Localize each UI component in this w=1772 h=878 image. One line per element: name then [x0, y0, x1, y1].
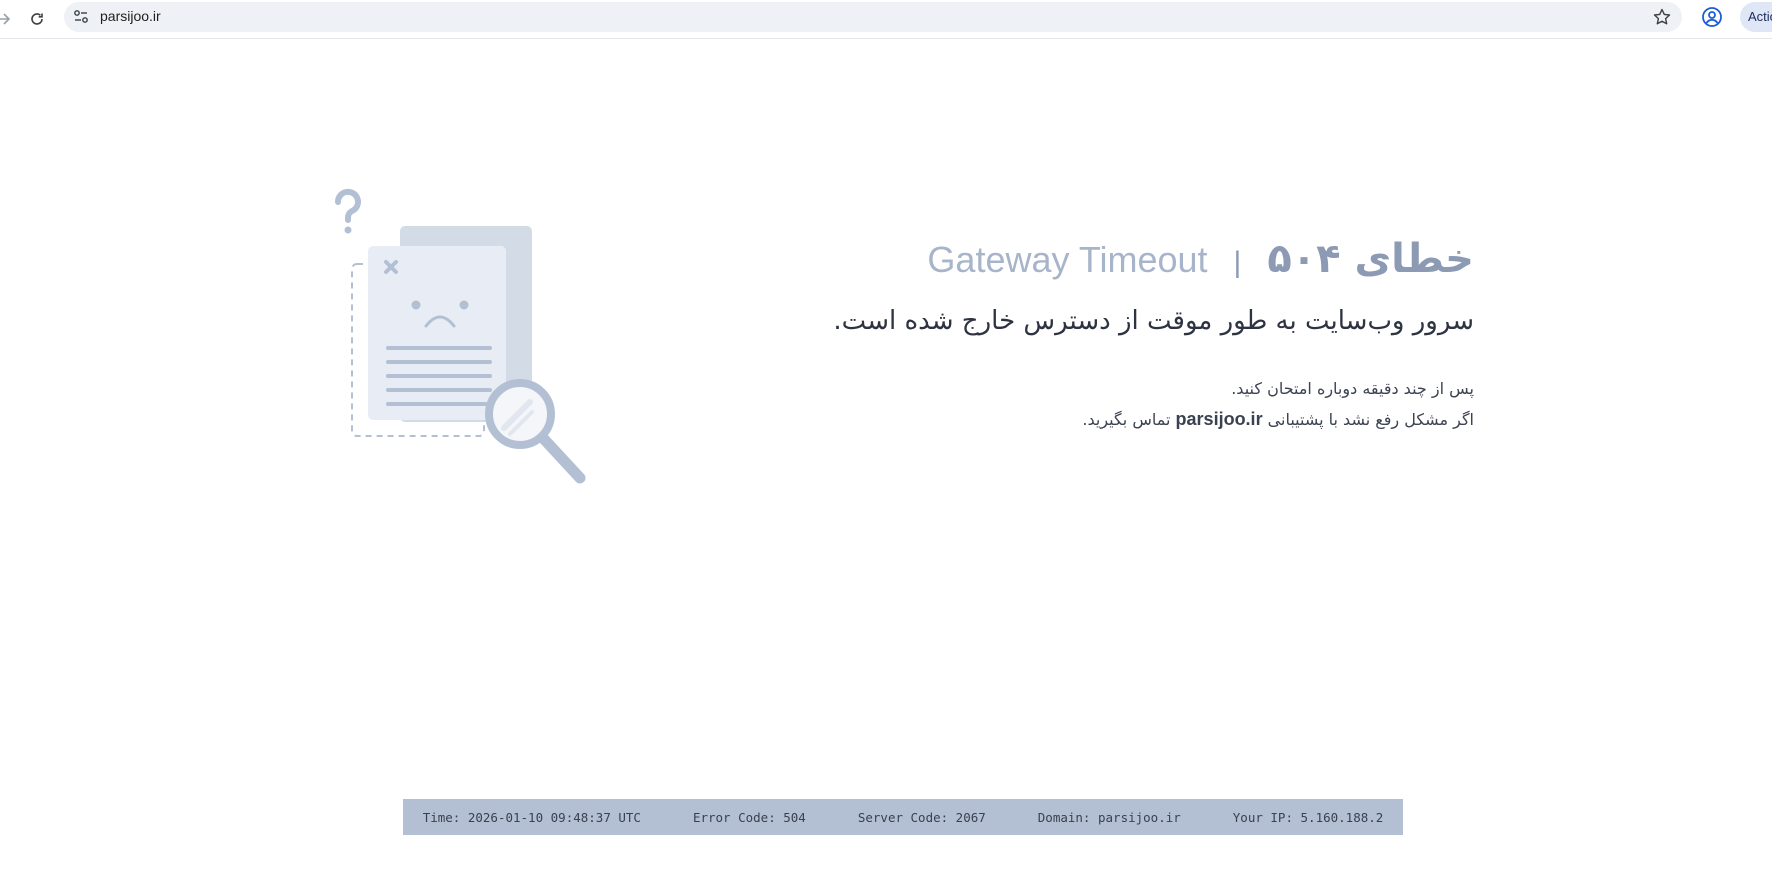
title-separator: |: [1233, 246, 1242, 279]
error-title-en: Gateway Timeout: [927, 239, 1208, 280]
url-text[interactable]: parsijoo.ir: [100, 8, 161, 24]
browser-toolbar: parsijoo.ir Actio: [0, 0, 1772, 39]
error-title-fa: خطای ۵۰۴: [1267, 236, 1474, 282]
diagnostic-info-bar: Time: 2026-01-10 09:48:37 UTC Error Code…: [403, 799, 1403, 835]
hint-line-1: پس از چند دقیقه دوباره امتحان کنید.: [1231, 379, 1474, 398]
support-domain: parsijoo.ir: [1175, 409, 1263, 429]
error-hint: پس از چند دقیقه دوباره امتحان کنید. اگر …: [714, 374, 1474, 435]
magnifier-icon: [485, 379, 586, 484]
info-server-code: Server Code: 2067: [857, 809, 986, 825]
profile-icon[interactable]: [1700, 5, 1724, 29]
question-mark-icon: [334, 188, 361, 234]
info-time: Time: 2026-01-10 09:48:37 UTC: [422, 809, 641, 825]
address-bar[interactable]: parsijoo.ir: [64, 2, 1682, 32]
actions-chip[interactable]: Actio: [1740, 2, 1772, 32]
document-search-illustration: [334, 188, 586, 484]
error-subtitle: سرور وب‌سایت به طور موقت از دسترس خارج ش…: [833, 306, 1474, 336]
tune-icon[interactable]: [72, 8, 90, 26]
info-ip: Your IP: 5.160.188.2: [1232, 809, 1384, 825]
hint-line-2: اگر مشکل رفع نشد با پشتیبانی parsijoo.ir…: [714, 404, 1474, 435]
error-headline: خطای ۵۰۴ | Gateway Timeout: [714, 236, 1474, 296]
forward-arrow-icon[interactable]: [0, 5, 18, 33]
star-icon[interactable]: [1652, 7, 1672, 27]
info-error-code: Error Code: 504: [692, 809, 806, 825]
error-content: خطای ۵۰۴ | Gateway Timeout سرور وب‌سایت …: [714, 236, 1474, 435]
hint-line-2-before: اگر مشکل رفع نشد با پشتیبانی: [1262, 410, 1474, 429]
info-domain: Domain: parsijoo.ir: [1037, 809, 1181, 825]
reload-icon[interactable]: [23, 5, 51, 33]
hint-line-2-after: تماس بگیرید.: [1082, 410, 1176, 429]
